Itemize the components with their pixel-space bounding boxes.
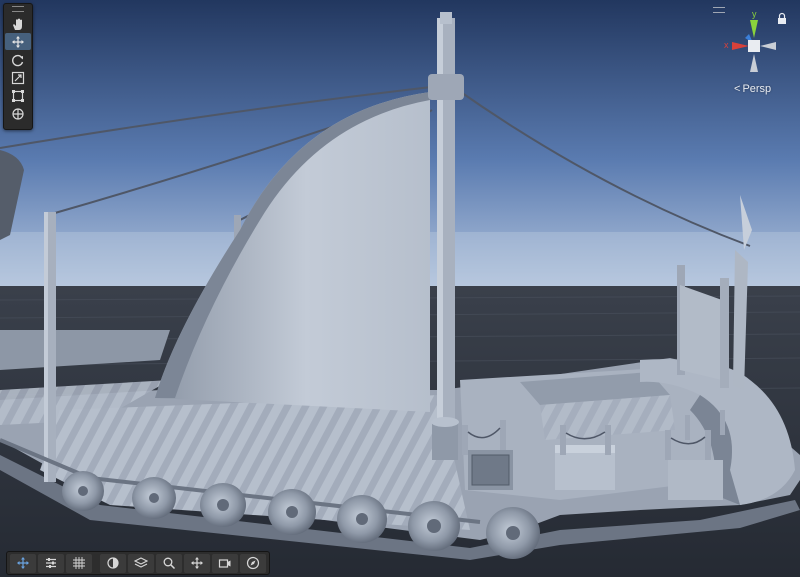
rotate-icon: [12, 54, 24, 66]
axis-y-cone[interactable]: [750, 20, 758, 38]
shading-mode-button[interactable]: [100, 553, 126, 573]
compass-icon: [246, 556, 260, 570]
scene-overlay-toolbar: [6, 551, 270, 575]
projection-mode-label[interactable]: < Persp: [734, 83, 771, 95]
hand-tool-button[interactable]: [5, 15, 31, 32]
move-arrows-icon: [12, 35, 24, 48]
chevron-left-icon: <: [734, 83, 741, 95]
move-handle-button[interactable]: [10, 553, 36, 573]
camera-button[interactable]: [212, 553, 238, 573]
layers-icon: [134, 557, 148, 568]
grid-snap-button[interactable]: [66, 553, 92, 573]
transform-icon: [12, 107, 24, 120]
scene-viewport[interactable]: y x < Persp: [0, 0, 800, 577]
move-arrows-icon: [17, 557, 29, 569]
compass-button[interactable]: [240, 553, 266, 573]
pivot-handle-button[interactable]: [184, 553, 210, 573]
sliders-button[interactable]: [38, 553, 64, 573]
rect-transform-icon: [12, 89, 24, 102]
axis-x-cone[interactable]: [732, 42, 749, 50]
rotate-tool-button[interactable]: [5, 51, 31, 68]
grid-snap-icon: [73, 557, 85, 569]
axis-x-label: x: [724, 40, 729, 50]
gizmo-center-cube[interactable]: [748, 40, 760, 52]
search-icon: [163, 557, 176, 570]
palette-grip[interactable]: [4, 4, 32, 14]
layers-button[interactable]: [128, 553, 154, 573]
move-tool-button[interactable]: [5, 33, 31, 50]
hand-icon: [13, 18, 22, 30]
transform-tool-button[interactable]: [5, 105, 31, 122]
camera-icon: [218, 559, 231, 568]
search-button[interactable]: [156, 553, 182, 573]
transform-tool-palette: [3, 3, 33, 130]
axis-neg-x-cone[interactable]: [760, 42, 776, 50]
axis-y-label: y: [752, 9, 757, 19]
scale-icon: [11, 71, 25, 84]
sliders-icon: [46, 558, 56, 568]
half-circle-icon: [107, 557, 119, 569]
lock-icon[interactable]: [778, 12, 786, 25]
rect-tool-button[interactable]: [5, 87, 31, 104]
ship-model-render[interactable]: [0, 0, 800, 577]
scale-tool-button[interactable]: [5, 69, 31, 86]
move-arrows-icon: [191, 557, 203, 569]
axis-neg-y-cone[interactable]: [750, 54, 758, 72]
